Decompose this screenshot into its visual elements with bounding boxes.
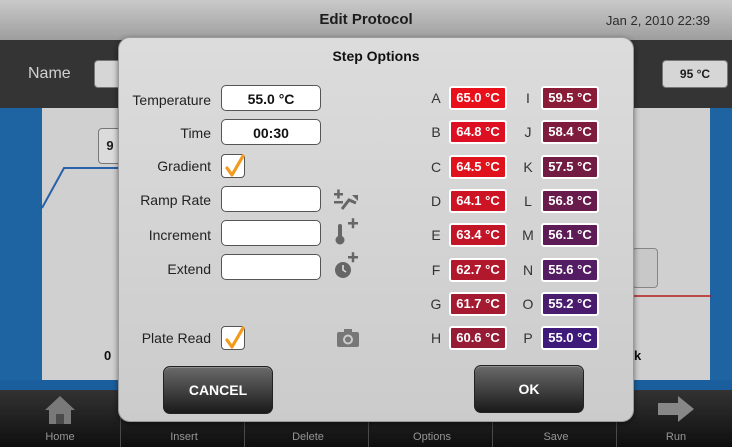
ramp-rate-icon (334, 189, 358, 210)
step-options-dialog: Step Options Temperature 55.0 °C Time 00… (118, 37, 634, 422)
well-temp-d: 64.1 °C (449, 188, 507, 213)
well-temp-o: 55.2 °C (541, 291, 599, 316)
well-temp-k: 57.5 °C (541, 154, 599, 179)
extend-field[interactable] (221, 254, 321, 280)
well-letter-p: P (523, 330, 533, 347)
gradient-label: Gradient (157, 158, 211, 174)
well-letter-i: I (526, 90, 530, 106)
well-letter-l: L (524, 192, 532, 209)
well-letter-f: F (431, 261, 441, 278)
well-letter-n: N (522, 261, 534, 278)
well-letter-j: J (524, 124, 532, 141)
well-temp-j: 58.4 °C (541, 120, 599, 145)
well-letter-o: O (522, 295, 534, 312)
dialog-title: Step Options (332, 48, 420, 64)
time-label: Time (180, 125, 211, 141)
clock-plus-icon (335, 252, 358, 278)
checkmark-icon (225, 154, 245, 177)
well-temp-m: 56.1 °C (541, 223, 599, 248)
ok-button[interactable]: OK (474, 365, 584, 413)
well-temp-c: 64.5 °C (449, 154, 507, 179)
well-temp-f: 62.7 °C (449, 257, 507, 282)
plate-read-checkbox[interactable] (221, 326, 245, 350)
well-letter-d: D (430, 192, 442, 209)
well-temp-b: 64.8 °C (449, 120, 507, 145)
gradient-checkbox[interactable] (221, 154, 245, 178)
extend-label: Extend (167, 261, 211, 277)
temperature-field[interactable]: 55.0 °C (221, 85, 321, 111)
well-letter-e: E (431, 227, 441, 244)
well-letter-a: A (431, 90, 441, 106)
well-letter-k: K (523, 158, 533, 175)
well-letter-m: M (522, 227, 534, 244)
increment-field[interactable] (221, 220, 321, 246)
cancel-button[interactable]: CANCEL (163, 366, 273, 414)
well-temp-n: 55.6 °C (541, 257, 599, 282)
well-temp-a: 65.0 °C (449, 86, 507, 110)
ramp-rate-label: Ramp Rate (140, 192, 211, 208)
well-temp-h: 60.6 °C (449, 326, 507, 351)
plate-read-label: Plate Read (141, 330, 211, 346)
increment-label: Increment (148, 227, 211, 243)
ramp-rate-field[interactable] (221, 186, 321, 212)
well-temp-p: 55.0 °C (541, 326, 599, 351)
well-temp-l: 56.8 °C (541, 188, 599, 213)
well-temp-g: 61.7 °C (449, 291, 507, 316)
well-temp-e: 63.4 °C (449, 223, 507, 248)
well-temp-i: 59.5 °C (541, 86, 599, 110)
well-letter-h: H (430, 330, 442, 347)
camera-icon (337, 329, 359, 347)
temperature-label: Temperature (132, 92, 211, 108)
well-letter-b: B (431, 124, 441, 141)
checkmark-icon (225, 326, 245, 349)
time-field[interactable]: 00:30 (221, 119, 321, 145)
well-letter-g: G (430, 295, 442, 312)
thermometer-plus-icon (335, 218, 358, 245)
well-letter-c: C (430, 158, 442, 175)
